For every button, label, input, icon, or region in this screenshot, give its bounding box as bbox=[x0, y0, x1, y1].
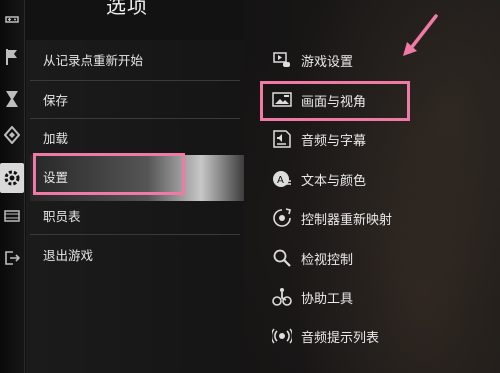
option-label: 协助工具 bbox=[301, 291, 354, 307]
assist-icon bbox=[271, 286, 293, 308]
audio-cue-icon bbox=[271, 325, 293, 347]
option-label: 检视控制 bbox=[301, 252, 354, 268]
svg-text:A: A bbox=[277, 175, 284, 186]
option-controller-remap[interactable]: 控制器重新映射 bbox=[271, 205, 392, 231]
hourglass-icon[interactable] bbox=[2, 88, 22, 110]
option-display-camera[interactable]: 画面与视角 bbox=[271, 87, 366, 113]
option-label: 游戏设置 bbox=[301, 54, 354, 70]
exit-icon[interactable] bbox=[2, 247, 22, 269]
page-title: 选项 bbox=[106, 0, 148, 18]
menu-item-credits[interactable]: 职员表 bbox=[43, 207, 81, 227]
option-game-settings[interactable]: 游戏设置 bbox=[271, 47, 353, 73]
option-label: 音频与字幕 bbox=[301, 133, 367, 149]
menu-item-load[interactable]: 加载 bbox=[43, 129, 68, 149]
audio-icon bbox=[271, 128, 293, 150]
divider bbox=[30, 234, 240, 235]
settings-highlight-box bbox=[33, 153, 185, 195]
film-icon[interactable] bbox=[2, 205, 22, 227]
divider bbox=[30, 118, 240, 119]
annotation-arrow-icon bbox=[403, 14, 438, 56]
option-audio-cue-list[interactable]: 音频提示列表 bbox=[271, 323, 379, 349]
gamepad-settings-icon bbox=[271, 49, 293, 71]
controller-icon[interactable] bbox=[2, 8, 22, 30]
remap-icon bbox=[271, 207, 293, 229]
option-label: 音频提示列表 bbox=[301, 330, 380, 346]
option-text-color[interactable]: A 文本与颜色 bbox=[271, 166, 366, 192]
option-label: 文本与颜色 bbox=[301, 173, 367, 189]
diamond-icon[interactable] bbox=[2, 124, 22, 146]
text-color-icon: A bbox=[271, 168, 293, 190]
menu-item-quit[interactable]: 退出游戏 bbox=[43, 246, 93, 266]
option-label: 控制器重新映射 bbox=[301, 212, 393, 228]
option-inspect-controls[interactable]: 检视控制 bbox=[271, 245, 353, 271]
divider bbox=[30, 80, 240, 81]
icon-rail bbox=[0, 0, 25, 373]
display-icon bbox=[271, 89, 293, 111]
flag-icon[interactable] bbox=[2, 46, 22, 68]
menu-item-save[interactable]: 保存 bbox=[43, 91, 68, 111]
option-assist-tools[interactable]: 协助工具 bbox=[271, 284, 353, 310]
option-label: 画面与视角 bbox=[301, 94, 367, 110]
gear-icon[interactable] bbox=[0, 163, 24, 193]
option-audio-subtitles[interactable]: 音频与字幕 bbox=[271, 126, 366, 152]
menu-item-restart-checkpoint[interactable]: 从记录点重新开始 bbox=[43, 51, 143, 71]
inspect-icon bbox=[271, 247, 293, 269]
